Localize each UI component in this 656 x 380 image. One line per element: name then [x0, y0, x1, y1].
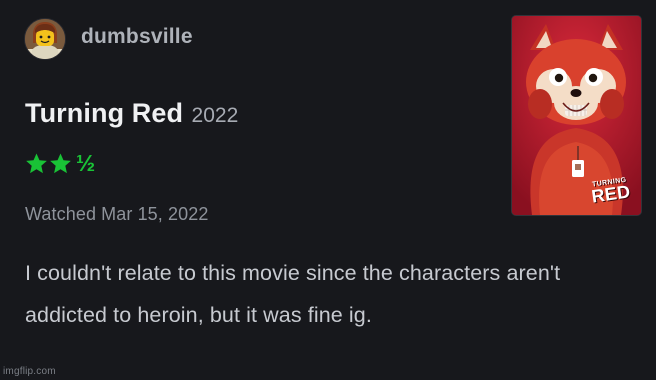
avatar-lego-minifigure-icon — [25, 19, 65, 59]
poster-title-logo: TURNING RED — [586, 176, 636, 207]
star-rating: ½ — [25, 149, 95, 177]
user-avatar[interactable] — [24, 18, 66, 60]
movie-title[interactable]: Turning Red — [25, 98, 183, 128]
star-icon — [26, 152, 47, 173]
movie-title-row: Turning Red 2022 — [25, 98, 238, 129]
watermark: imgflip.com — [3, 366, 56, 377]
half-star: ½ — [76, 149, 96, 176]
watched-date: Watched Mar 15, 2022 — [25, 204, 209, 224]
username[interactable]: dumbsville — [81, 25, 193, 49]
movie-year[interactable]: 2022 — [192, 104, 239, 127]
review-text: I couldn't relate to this movie since th… — [25, 261, 561, 327]
review-card: dumbsville Turning Red 2022 ½ Watched Ma… — [0, 0, 656, 380]
movie-poster[interactable]: TURNING RED — [511, 15, 642, 216]
star-icon — [50, 152, 71, 173]
